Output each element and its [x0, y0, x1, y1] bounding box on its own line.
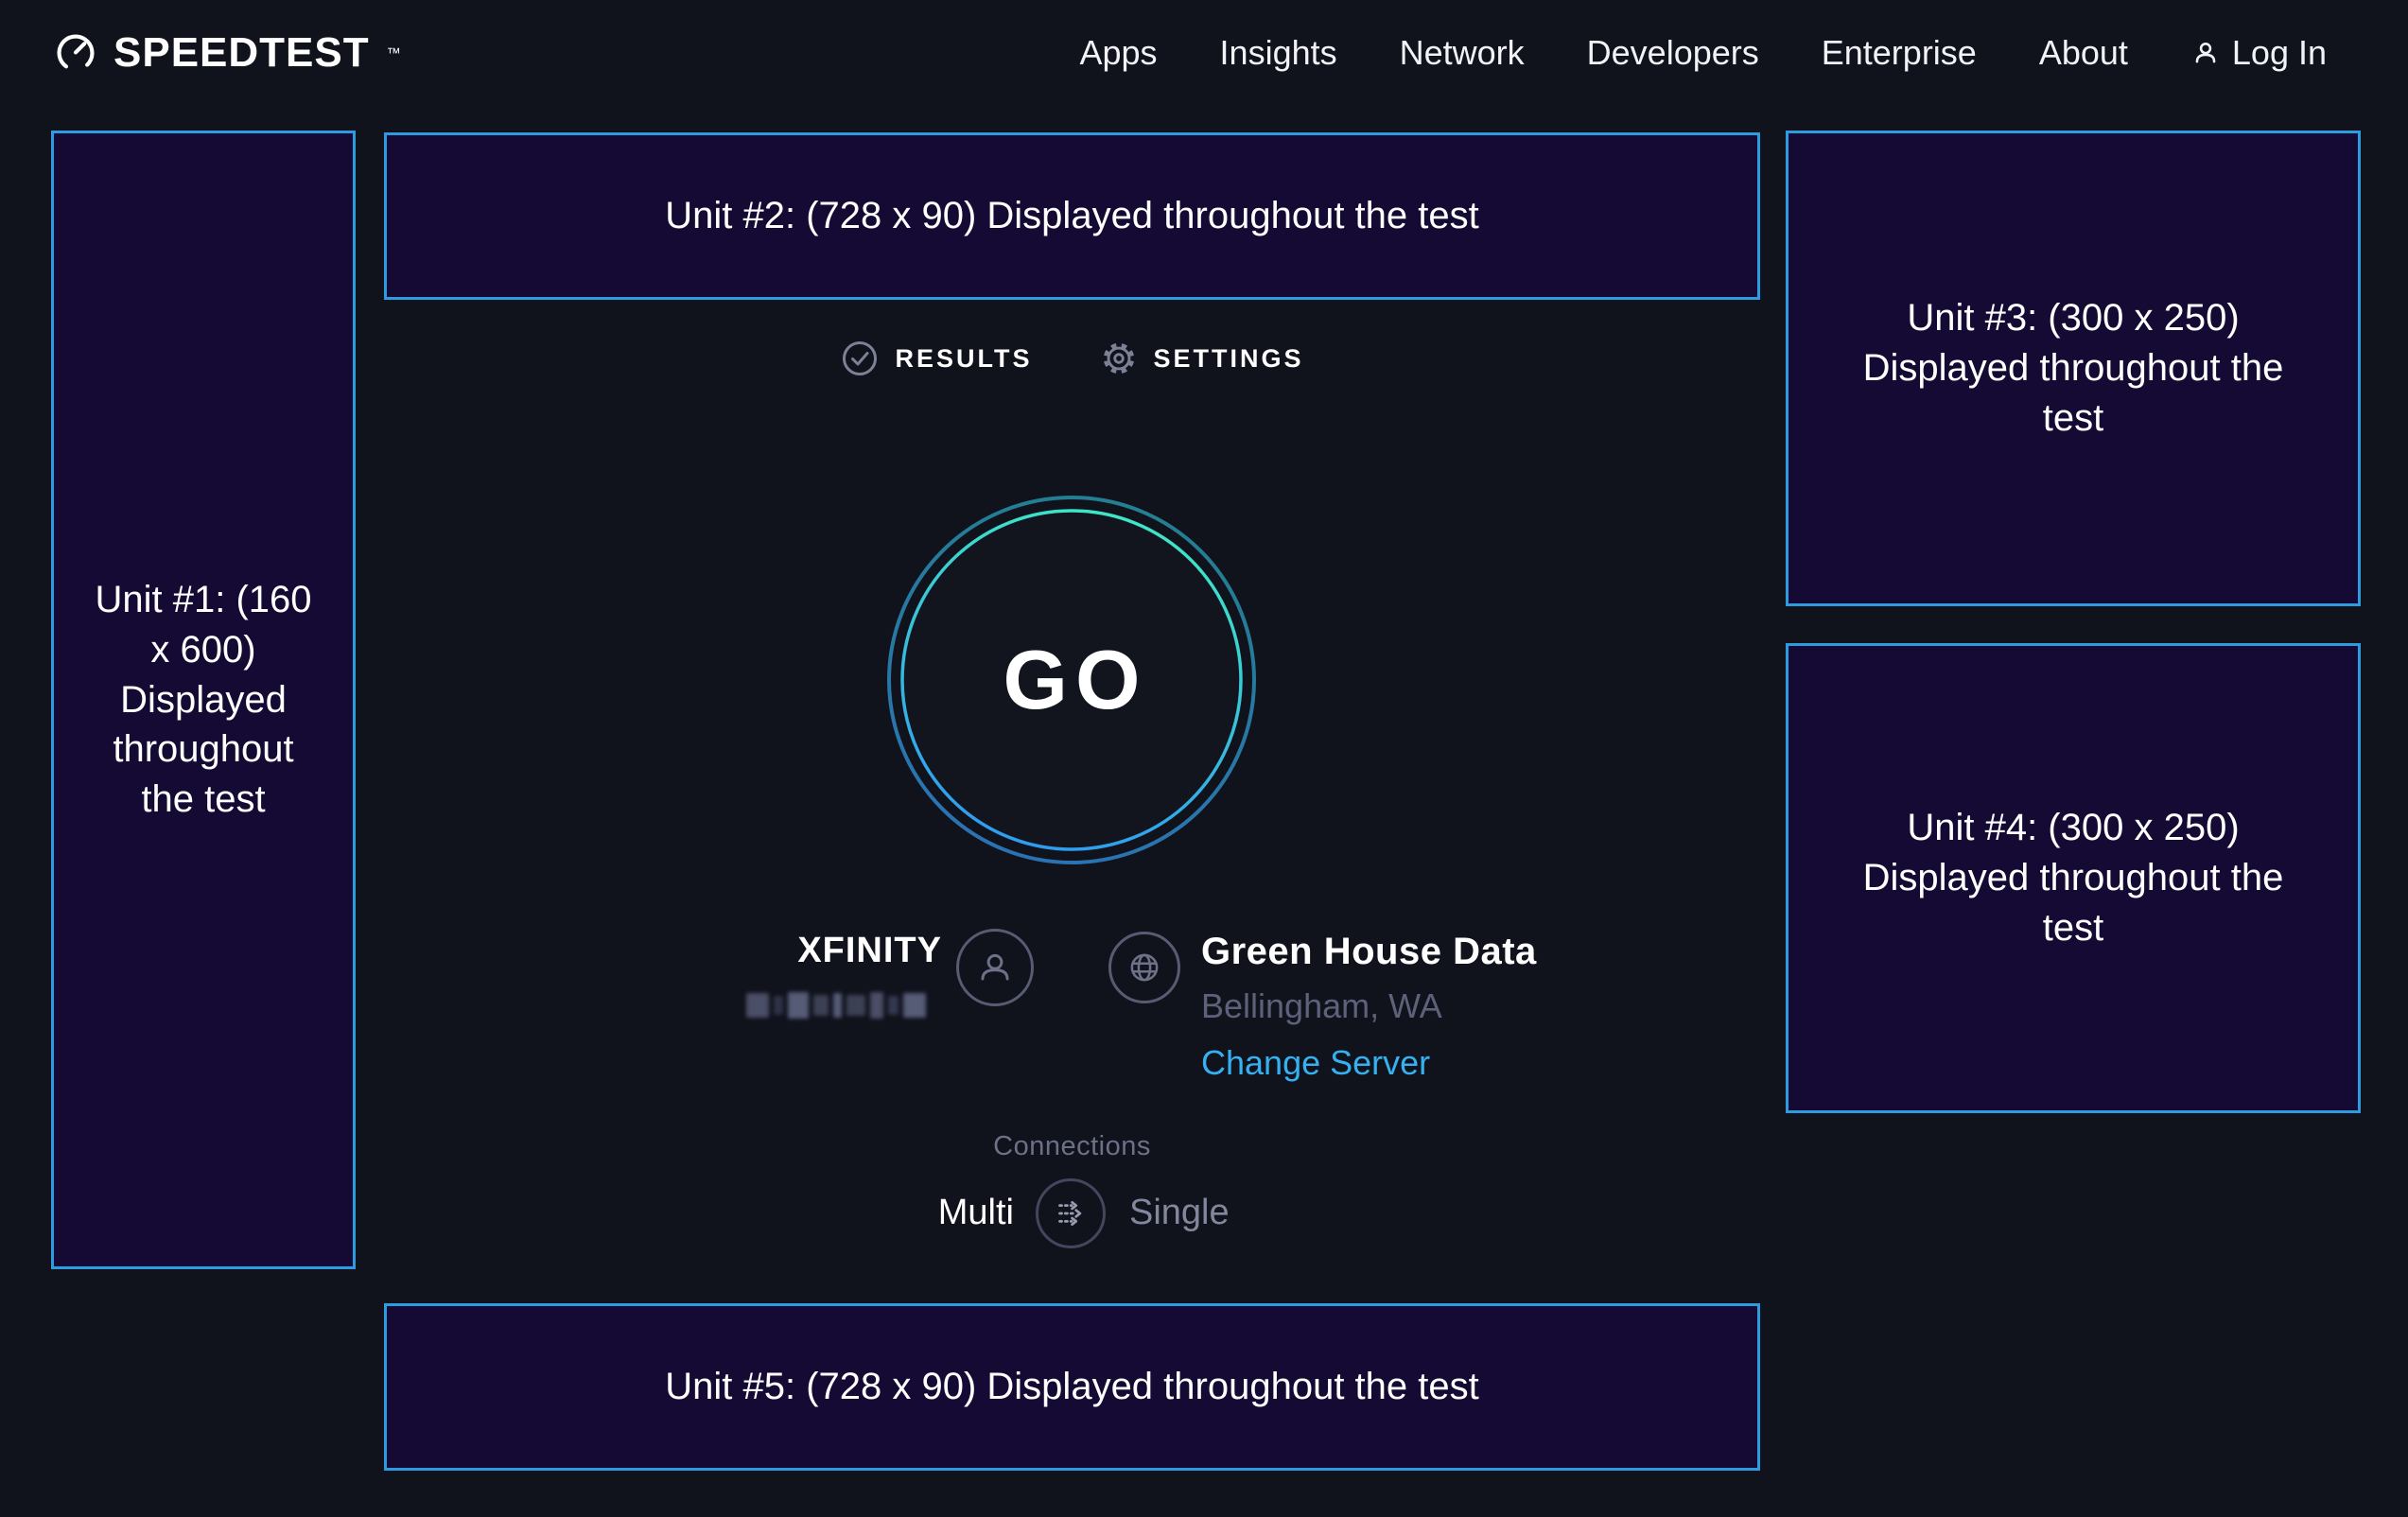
server-globe-ring — [1108, 932, 1180, 1003]
ad-unit-4[interactable]: Unit #4: (300 x 250) Displayed throughou… — [1786, 643, 2361, 1113]
connections-multi-option[interactable]: Multi — [804, 1193, 1014, 1233]
connections-toggle[interactable] — [1036, 1178, 1106, 1248]
go-label: GO — [882, 491, 1261, 869]
nav-apps[interactable]: Apps — [1079, 33, 1157, 73]
connections-label: Connections — [384, 1131, 1760, 1162]
isp-avatar-ring — [956, 929, 1034, 1006]
tab-results[interactable]: RESULTS — [840, 339, 1032, 378]
top-nav-bar: SPEEDTEST ™ Apps Insights Network Develop… — [0, 0, 2408, 106]
ad-unit-1-label: Unit #1: (160 x 600) Displayed throughou… — [85, 575, 322, 825]
ad-unit-5-label: Unit #5: (728 x 90) Displayed throughout… — [665, 1362, 1479, 1412]
nav-enterprise[interactable]: Enterprise — [1822, 33, 1977, 73]
tab-settings-label: SETTINGS — [1154, 344, 1304, 374]
speedtest-page: SPEEDTEST ™ Apps Insights Network Develop… — [0, 0, 2408, 1517]
nav-network[interactable]: Network — [1400, 33, 1525, 73]
ad-unit-2[interactable]: Unit #2: (728 x 90) Displayed throughout… — [384, 132, 1760, 300]
login-button[interactable]: Log In — [2190, 33, 2327, 73]
multi-connection-arrows-icon — [1049, 1192, 1092, 1235]
trademark-symbol: ™ — [387, 45, 401, 61]
results-settings-tabs: RESULTS SETTINGS — [384, 339, 1760, 378]
person-icon — [973, 946, 1017, 989]
speedtest-logo[interactable]: SPEEDTEST ™ — [53, 29, 401, 77]
user-icon — [2190, 38, 2221, 68]
connections-single-option[interactable]: Single — [1129, 1193, 1230, 1233]
main-nav: Apps Insights Network Developers Enterpr… — [1079, 33, 2327, 73]
tab-results-label: RESULTS — [895, 344, 1032, 374]
nav-insights[interactable]: Insights — [1220, 33, 1337, 73]
login-label: Log In — [2232, 33, 2327, 73]
check-circle-icon — [840, 339, 880, 378]
ad-unit-1[interactable]: Unit #1: (160 x 600) Displayed throughou… — [51, 131, 356, 1269]
ad-unit-5[interactable]: Unit #5: (728 x 90) Displayed throughout… — [384, 1303, 1760, 1471]
gauge-icon — [53, 30, 98, 76]
ad-unit-3[interactable]: Unit #3: (300 x 250) Displayed throughou… — [1786, 131, 2361, 606]
ad-unit-2-label: Unit #2: (728 x 90) Displayed throughout… — [665, 191, 1479, 241]
change-server-link[interactable]: Change Server — [1201, 1043, 1537, 1083]
go-button[interactable]: GO — [882, 491, 1261, 869]
isp-name: XFINITY — [605, 931, 942, 971]
nav-about[interactable]: About — [2039, 33, 2128, 73]
server-name: Green House Data — [1201, 931, 1537, 973]
globe-icon — [1125, 948, 1164, 987]
nav-developers[interactable]: Developers — [1587, 33, 1759, 73]
server-location: Bellingham, WA — [1201, 986, 1537, 1026]
isp-ip-redacted — [746, 991, 943, 1020]
server-info: Green House Data Bellingham, WA Change S… — [1201, 931, 1537, 1083]
tab-settings[interactable]: SETTINGS — [1099, 339, 1304, 378]
gear-icon — [1099, 339, 1139, 378]
ad-unit-4-label: Unit #4: (300 x 250) Displayed throughou… — [1846, 803, 2300, 952]
ad-unit-3-label: Unit #3: (300 x 250) Displayed throughou… — [1846, 293, 2300, 443]
logo-wordmark: SPEEDTEST — [113, 29, 370, 77]
